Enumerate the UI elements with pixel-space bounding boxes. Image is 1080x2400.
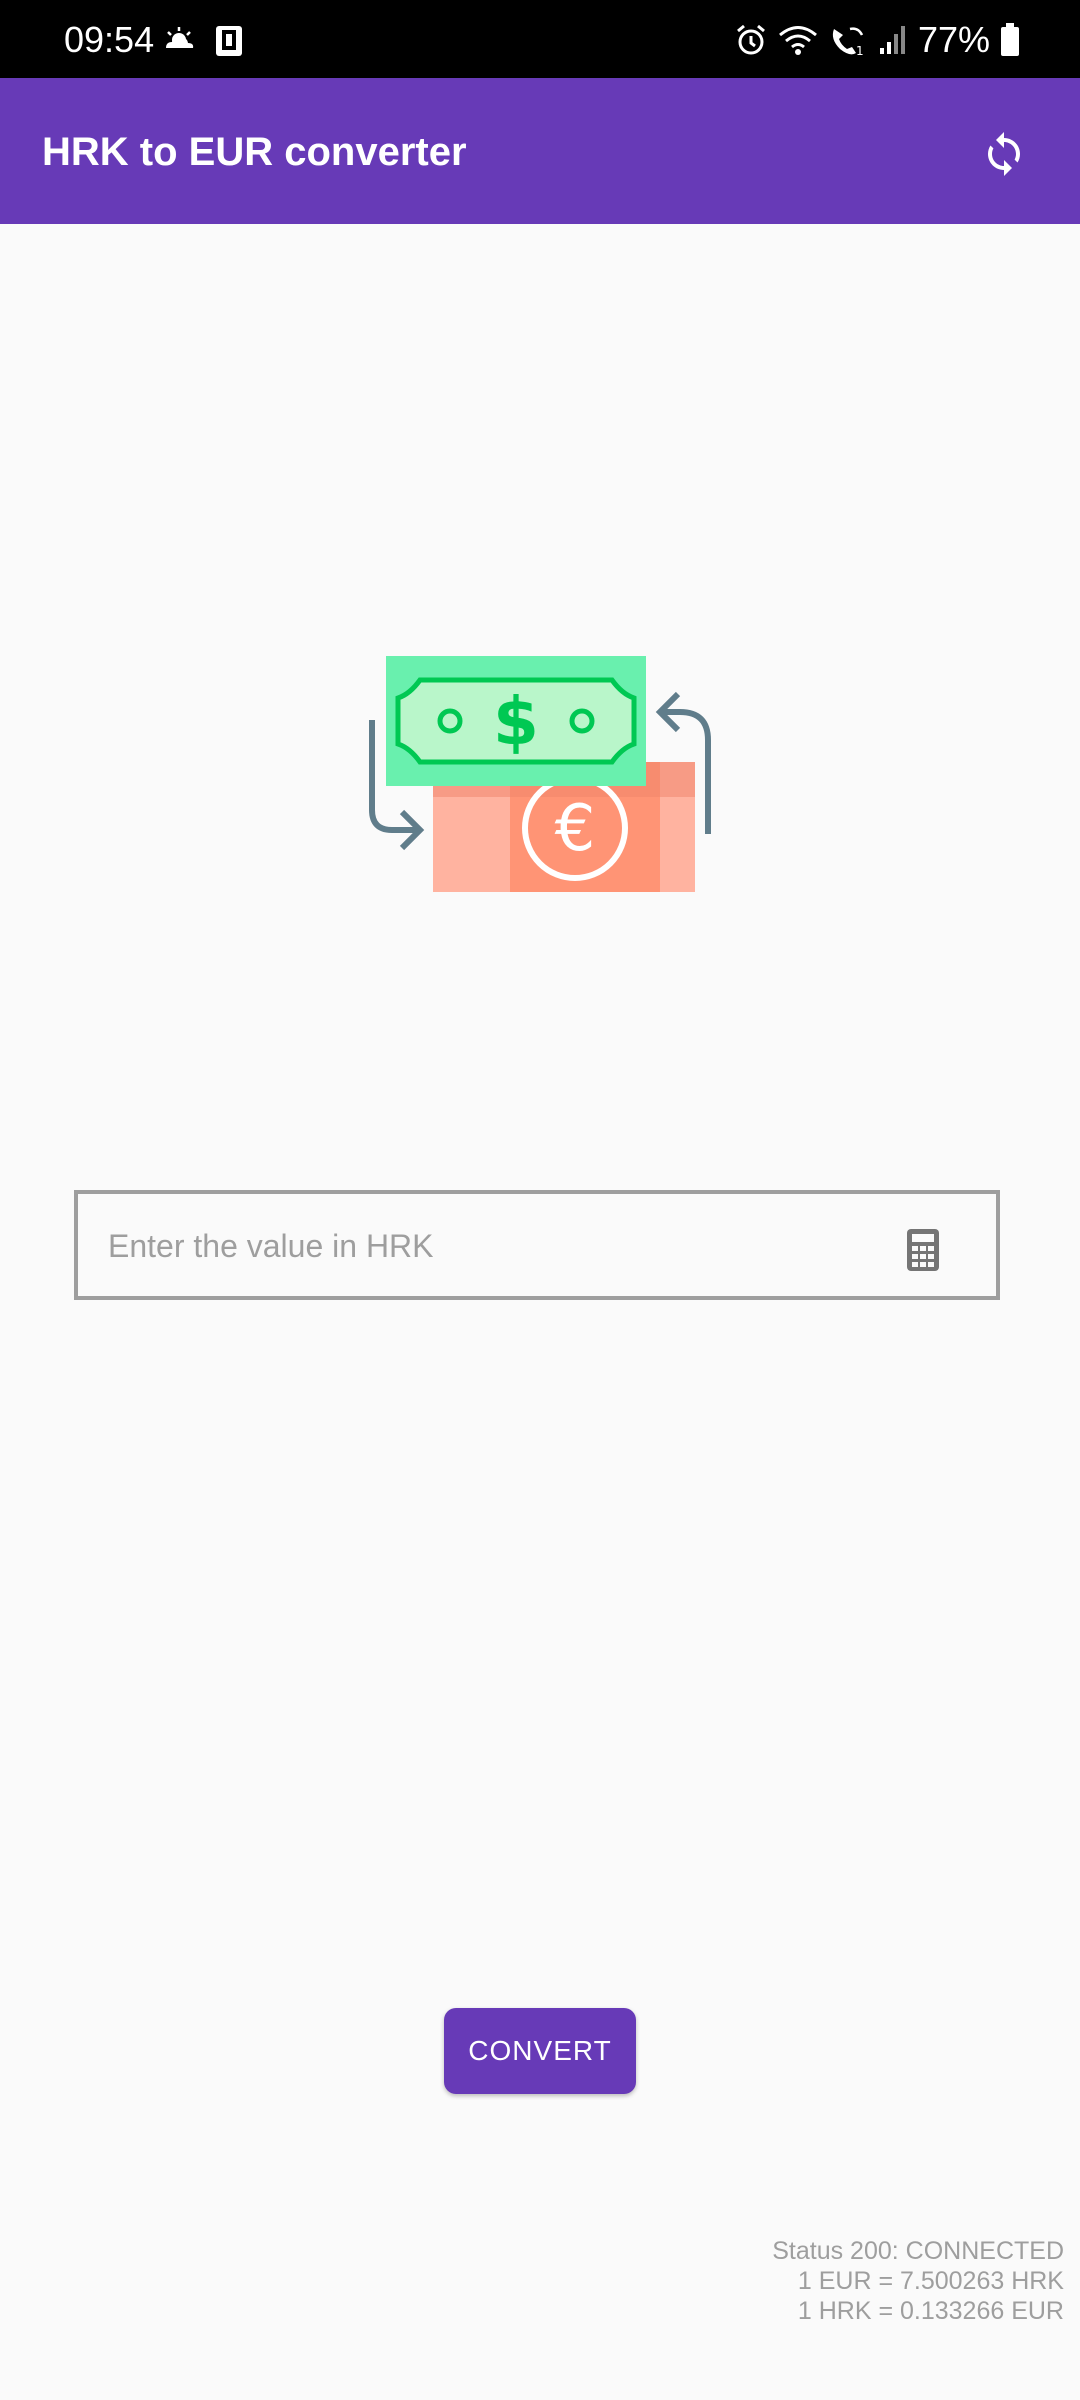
connection-status-info: Status 200: CONNECTED 1 EUR = 7.500263 H… [772, 2236, 1064, 2326]
weather-icon [166, 27, 194, 48]
svg-text:1: 1 [856, 44, 864, 57]
battery-percent: 77% [917, 19, 990, 60]
convert-button[interactable]: CONVERT [444, 2008, 636, 2094]
alarm-icon [736, 24, 765, 55]
refresh-icon [988, 132, 1020, 176]
hrk-value-input[interactable] [106, 1194, 890, 1298]
device-icon [216, 26, 242, 56]
signal-icon [879, 26, 905, 54]
app-title: HRK to EUR converter [42, 130, 467, 174]
app-bar: HRK to EUR converter [0, 78, 1080, 224]
battery-icon [1001, 23, 1019, 56]
status-time: 09:54 [64, 19, 155, 60]
svg-text:$: $ [493, 683, 539, 760]
calculator-icon [907, 1229, 939, 1271]
hrk-rate-text: 1 HRK = 0.133266 EUR [797, 2297, 1064, 2325]
wifi-call-icon: 1 [832, 27, 864, 57]
status-bar: 09:54 1 77% [0, 0, 1080, 78]
hrk-value-field [74, 1190, 1000, 1300]
currency-exchange-icon: € $ [369, 656, 711, 892]
wifi-icon [778, 26, 817, 55]
refresh-button[interactable] [972, 122, 1036, 186]
connection-status-text: Status 200: CONNECTED [772, 2237, 1064, 2265]
eur-rate-text: 1 EUR = 7.500263 HRK [797, 2267, 1064, 2295]
currency-exchange-illustration: € $ [360, 650, 720, 900]
svg-text:€: € [555, 792, 596, 866]
